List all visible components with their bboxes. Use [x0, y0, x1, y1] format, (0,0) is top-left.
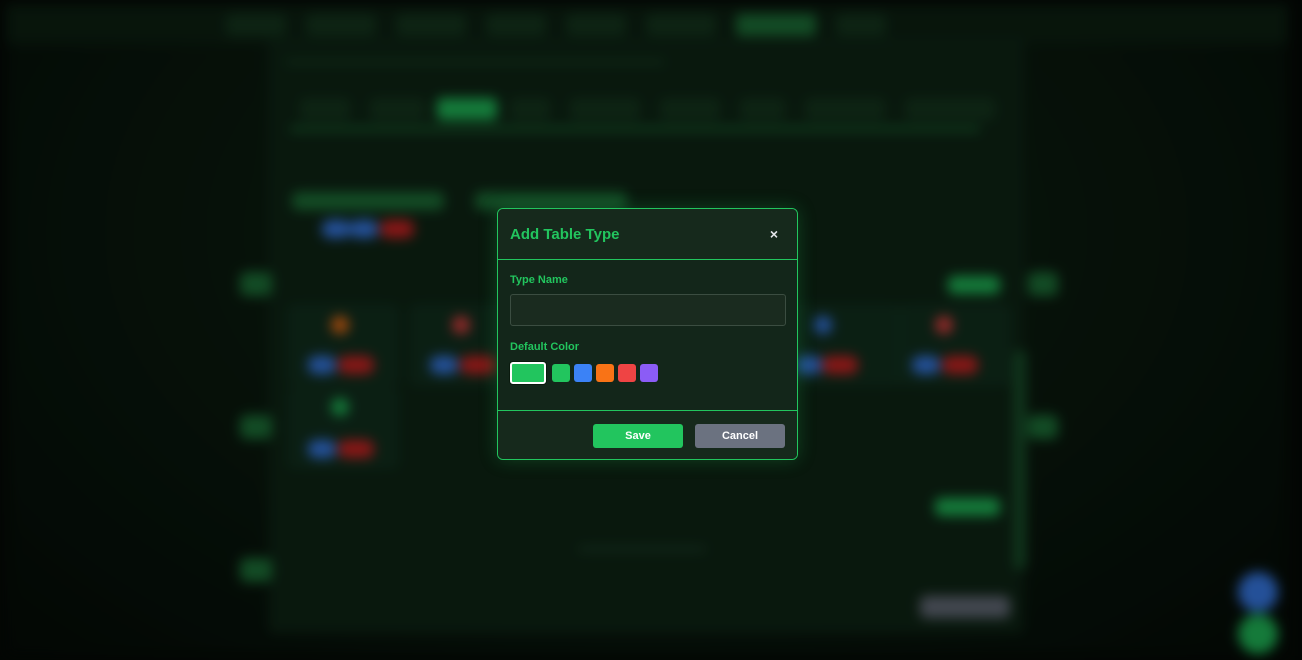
- color-swatch-purple[interactable]: [640, 364, 658, 382]
- modal-title: Add Table Type: [510, 225, 620, 243]
- color-swatch-picker: [510, 362, 785, 384]
- modal-footer: Save Cancel: [498, 410, 797, 459]
- modal-header: Add Table Type ×: [498, 209, 797, 260]
- add-table-type-dialog: Add Table Type × Type Name Default Color…: [497, 208, 798, 460]
- color-swatch-red[interactable]: [618, 364, 636, 382]
- default-color-label: Default Color: [510, 341, 580, 353]
- modal-body: Type Name Default Color: [498, 260, 797, 410]
- color-swatch-orange[interactable]: [596, 364, 614, 382]
- color-swatch-blue[interactable]: [574, 364, 592, 382]
- close-icon[interactable]: ×: [765, 225, 783, 243]
- cancel-button[interactable]: Cancel: [695, 423, 785, 448]
- color-swatch-selected[interactable]: [510, 362, 546, 384]
- type-name-input[interactable]: [510, 294, 786, 326]
- color-swatch-green[interactable]: [552, 364, 570, 382]
- type-name-label: Type Name: [510, 274, 568, 286]
- save-button[interactable]: Save: [593, 423, 683, 448]
